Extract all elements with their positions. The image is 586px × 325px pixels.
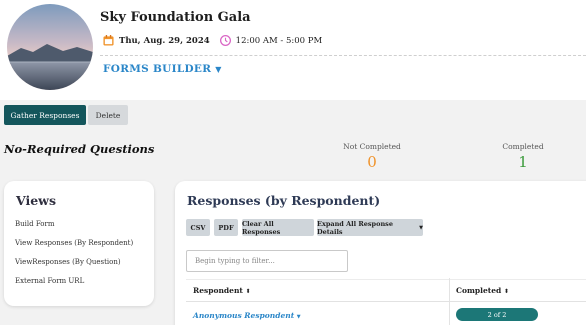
- clock-icon: [219, 35, 231, 46]
- view-link-external-form-url[interactable]: External Form URL: [15, 277, 84, 285]
- expand-all-details-dropdown[interactable]: Expand All Response Details ▼: [317, 219, 423, 236]
- not-completed-label: Not Completed: [343, 142, 401, 151]
- not-completed-count: 0: [367, 153, 377, 171]
- respondent-dropdown[interactable]: Anonymous Respondent ▼: [193, 311, 301, 320]
- sort-icon: ⬍: [245, 288, 251, 295]
- column-header-respondent[interactable]: Respondent ⬍: [193, 286, 251, 295]
- view-link-by-question[interactable]: ViewResponses (By Question): [15, 258, 121, 266]
- gather-responses-button[interactable]: Gather Responses: [4, 105, 86, 125]
- chevron-down-icon: ▼: [296, 314, 301, 320]
- sort-icon: ⬍: [503, 288, 509, 295]
- completed-count: 1: [518, 153, 528, 171]
- clear-all-responses-button[interactable]: Clear All Responses: [242, 219, 314, 236]
- table-row-divider: [186, 301, 586, 302]
- forms-builder-label: FORMS BUILDER: [103, 63, 212, 75]
- pdf-button[interactable]: PDF: [214, 219, 238, 236]
- view-link-by-respondent[interactable]: View Responses (By Respondent): [15, 239, 133, 247]
- filter-input[interactable]: [186, 250, 348, 272]
- table-top-border: [186, 279, 586, 280]
- expand-all-label: Expand All Response Details: [317, 219, 393, 236]
- event-title: Sky Foundation Gala: [100, 10, 251, 25]
- views-title: Views: [16, 193, 56, 208]
- view-link-build-form[interactable]: Build Form: [15, 220, 55, 228]
- completed-label: Completed: [502, 142, 544, 151]
- delete-button[interactable]: Delete: [88, 105, 128, 125]
- responses-panel: Responses (by Respondent) CSV PDF Clear …: [175, 181, 586, 325]
- calendar-icon: [103, 35, 114, 46]
- event-avatar-image: [7, 4, 93, 90]
- responses-title: Responses (by Respondent): [187, 193, 381, 208]
- chevron-down-icon: ▼: [419, 224, 423, 231]
- event-date: Thu, Aug. 29, 2024: [119, 35, 210, 46]
- event-time: 12:00 AM - 5:00 PM: [235, 35, 323, 46]
- chevron-down-icon: ▼: [215, 64, 222, 74]
- completion-status-badge: 2 of 2: [456, 308, 538, 321]
- divider: [100, 55, 586, 56]
- column-header-completed[interactable]: Completed ⬍: [456, 286, 509, 295]
- form-name-heading: No-Required Questions: [4, 142, 155, 156]
- event-header: Sky Foundation Gala Thu, Aug. 29, 2024 1…: [0, 0, 586, 100]
- forms-builder-dropdown[interactable]: FORMS BUILDER ▼: [103, 63, 222, 75]
- views-panel: Views Build Form View Responses (By Resp…: [4, 181, 154, 306]
- csv-button[interactable]: CSV: [186, 219, 210, 236]
- event-meta: Thu, Aug. 29, 2024 12:00 AM - 5:00 PM: [103, 35, 322, 46]
